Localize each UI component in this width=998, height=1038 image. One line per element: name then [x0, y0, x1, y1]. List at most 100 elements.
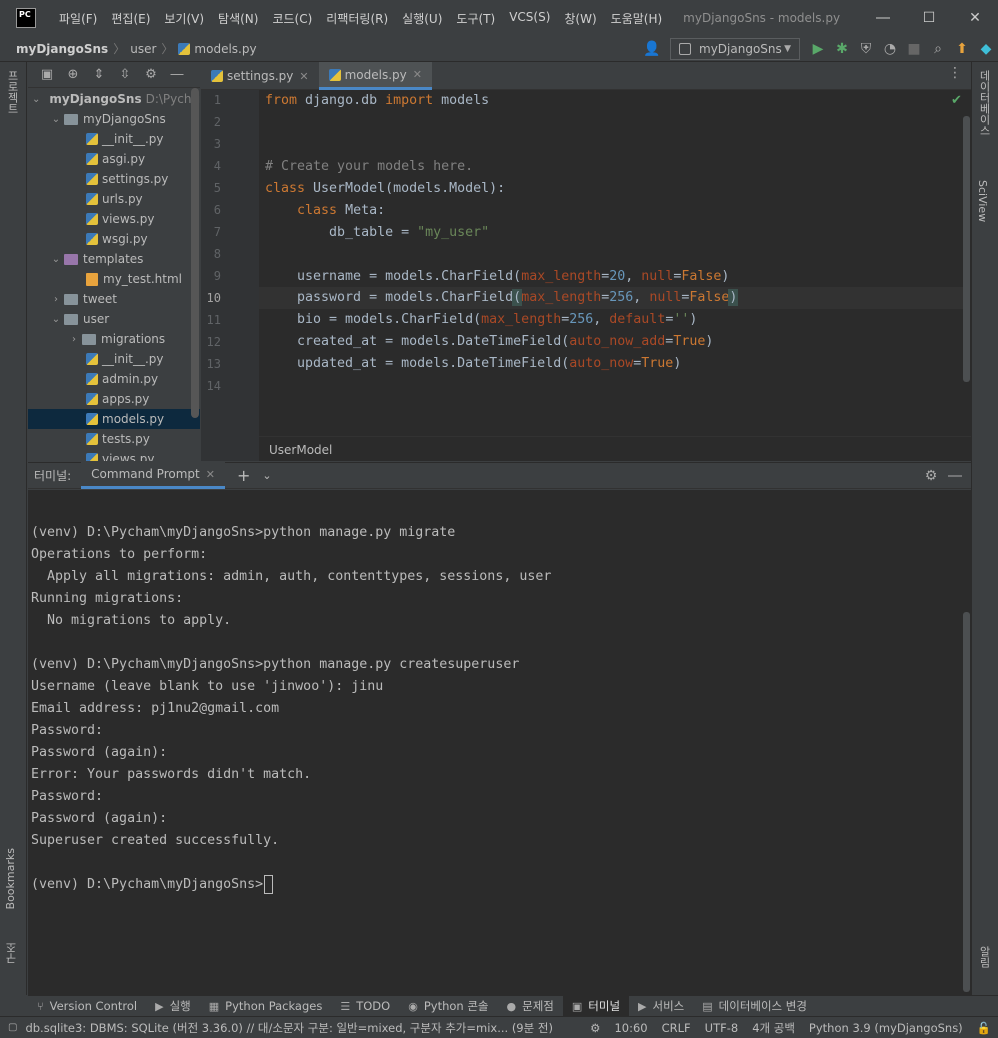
tree-item[interactable]: asgi.py [28, 149, 200, 169]
tool-window-tab[interactable]: ▶ 서비스 [629, 996, 693, 1017]
tree-item[interactable]: ⌄ templates [28, 249, 200, 269]
indent-setting[interactable]: 4개 공백 [745, 1020, 802, 1036]
menu-item[interactable]: 도구(T) [449, 10, 502, 27]
tab-models-py[interactable]: models.py ✕ [318, 62, 432, 90]
sciview-tool-tab[interactable]: SciView [976, 180, 989, 222]
chevron-down-icon[interactable]: ⌄ [50, 254, 62, 265]
menu-item[interactable]: 코드(C) [265, 10, 319, 27]
tool-window-icon: ▶ [638, 999, 647, 1013]
chevron-down-icon[interactable]: ⌄ [262, 469, 271, 482]
layout-icon[interactable]: ▣ [36, 64, 58, 86]
hide-icon[interactable]: ― [943, 465, 967, 487]
tree-item[interactable]: urls.py [28, 189, 200, 209]
status-message[interactable]: db.sqlite3: DBMS: SQLite (버전 3.36.0) // … [25, 1020, 552, 1036]
menu-item[interactable]: 도움말(H) [604, 10, 670, 27]
coverage-icon[interactable]: ⛨ [854, 38, 878, 60]
tree-item[interactable]: models.py [28, 409, 200, 429]
database-tool-tab[interactable]: 데이터베이스 [976, 70, 992, 136]
tree-item[interactable]: apps.py [28, 389, 200, 409]
file-encoding[interactable]: UTF-8 [698, 1021, 746, 1035]
terminal-tab[interactable]: Command Prompt ✕ [81, 462, 225, 489]
tool-window-tab[interactable]: ⑂ Version Control [28, 996, 146, 1017]
chevron-right-icon[interactable]: › [68, 334, 80, 345]
menu-item[interactable]: 리팩터링(R) [319, 10, 395, 27]
menu-item[interactable]: VCS(S) [502, 10, 557, 27]
tab-settings-py[interactable]: settings.py ✕ [201, 62, 319, 90]
tree-item[interactable]: wsgi.py [28, 229, 200, 249]
close-icon[interactable]: ✕ [952, 0, 998, 36]
menu-item[interactable]: 편집(E) [104, 10, 157, 27]
search-icon[interactable]: ⌕ [926, 38, 950, 60]
chevron-down-icon[interactable]: ⌄ [50, 314, 62, 325]
tree-item[interactable]: › tweet [28, 289, 200, 309]
line-separator[interactable]: CRLF [655, 1021, 698, 1035]
tree-root[interactable]: ⌄ myDjangoSns D:\Pycham\myDjangoSns [28, 89, 200, 109]
lock-icon[interactable]: 🔓 [970, 1021, 998, 1035]
expand-all-icon[interactable]: ⇕ [88, 64, 110, 86]
tree-item[interactable]: ⌄ myDjangoSns [28, 109, 200, 129]
add-icon[interactable]: + [237, 466, 250, 485]
tree-item[interactable]: views.py [28, 209, 200, 229]
menu-item[interactable]: 파일(F) [52, 10, 104, 27]
menu-item[interactable]: 창(W) [557, 10, 603, 27]
maximize-icon[interactable]: ☐ [906, 0, 952, 36]
stop-icon[interactable]: ■ [902, 38, 926, 60]
chevron-right-icon[interactable]: › [50, 294, 62, 305]
run-icon[interactable]: ▶ [806, 38, 830, 60]
tool-window-tab[interactable]: ◉ Python 콘솔 [399, 996, 497, 1017]
gear-icon[interactable]: ⚙ [583, 1021, 607, 1035]
tool-window-tab[interactable]: ▶ 실행 [146, 996, 200, 1017]
gear-icon[interactable]: ⚙ [140, 64, 162, 86]
terminal-output[interactable]: (venv) D:\Pycham\myDjangoSns>python mana… [28, 490, 963, 995]
tool-window-tab[interactable]: ▣ 터미널 [562, 995, 630, 1017]
hide-icon[interactable]: ― [166, 64, 188, 86]
python-file-icon [86, 453, 98, 461]
tree-item[interactable]: tests.py [28, 429, 200, 449]
tree-item[interactable]: __init__.py [28, 349, 200, 369]
close-icon[interactable]: ✕ [413, 68, 422, 81]
project-scrollbar[interactable] [191, 88, 199, 418]
more-icon[interactable]: ⋮ [943, 62, 967, 84]
tool-window-tab[interactable]: ▤ 데이터베이스 변경 [693, 996, 816, 1017]
tree-item[interactable]: admin.py [28, 369, 200, 389]
terminal-scrollbar[interactable] [963, 612, 970, 992]
locate-icon[interactable]: ⊕ [62, 64, 84, 86]
tree-item[interactable]: › migrations [28, 329, 200, 349]
tree-item[interactable]: my_test.html [28, 269, 200, 289]
user-icon[interactable]: 👤 [640, 38, 664, 60]
tree-item[interactable]: views.py [28, 449, 200, 461]
breadcrumb-project[interactable]: myDjangoSns [16, 42, 108, 56]
breadcrumb-folder[interactable]: user [130, 42, 156, 56]
minimize-icon[interactable]: ― [860, 0, 906, 36]
editor-breadcrumb[interactable]: UserModel [259, 436, 971, 461]
tool-window-tab[interactable]: ▦ Python Packages [200, 996, 332, 1017]
tool-window-tab[interactable]: ☰ TODO [331, 996, 399, 1017]
chevron-down-icon[interactable]: ⌄ [50, 114, 62, 125]
breadcrumb-file[interactable]: models.py [194, 42, 256, 56]
caret-position[interactable]: 10:60 [607, 1021, 654, 1035]
menu-item[interactable]: 실행(U) [395, 10, 449, 27]
menu-item[interactable]: 탐색(N) [211, 10, 265, 27]
tree-item[interactable]: ⌄ user [28, 309, 200, 329]
editor-scrollbar[interactable] [963, 116, 970, 382]
project-tool-tab[interactable]: 프로젝트 [4, 70, 20, 114]
layout-icon[interactable]: ▢ [8, 1022, 17, 1033]
collapse-all-icon[interactable]: ⇳ [114, 64, 136, 86]
close-icon[interactable]: ✕ [206, 468, 215, 481]
close-icon[interactable]: ✕ [299, 70, 308, 83]
notifications-tool-tab[interactable]: 알림 [976, 946, 992, 968]
bookmarks-tool-tab[interactable]: Bookmarks [4, 848, 17, 909]
python-interpreter[interactable]: Python 3.9 (myDjangoSns) [802, 1021, 970, 1035]
menu-item[interactable]: 보기(V) [157, 10, 211, 27]
tree-item[interactable]: settings.py [28, 169, 200, 189]
update-icon[interactable]: ⬆ [950, 38, 974, 60]
terminal-line-text: No migrations to apply. [31, 613, 232, 628]
jetbrains-icon[interactable]: ◆ [974, 38, 998, 60]
run-configuration-select[interactable]: myDjangoSns ▼ [670, 38, 800, 60]
tree-item[interactable]: __init__.py [28, 129, 200, 149]
debug-icon[interactable]: ✱ [830, 38, 854, 60]
gear-icon[interactable]: ⚙ [919, 465, 943, 487]
profile-icon[interactable]: ◔ [878, 38, 902, 60]
structure-tool-tab[interactable]: 구조 [4, 942, 20, 964]
tool-window-tab[interactable]: ● 문제점 [498, 996, 563, 1017]
